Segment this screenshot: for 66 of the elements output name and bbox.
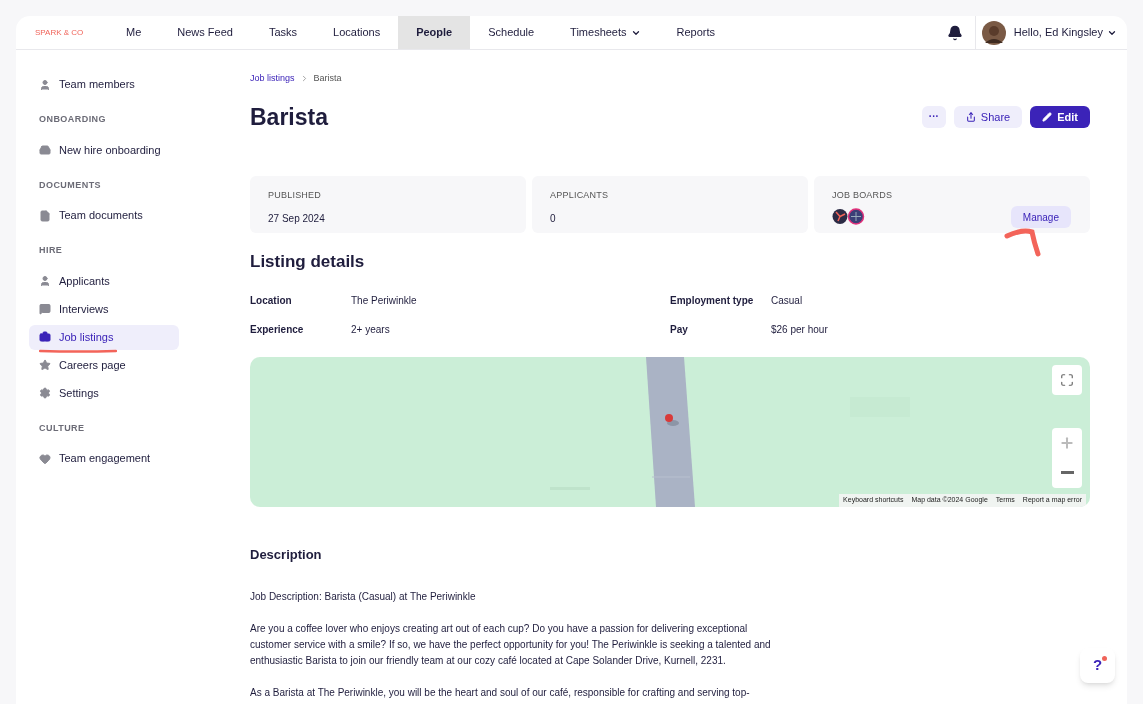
field-value: $26 per hour xyxy=(771,322,828,337)
page-title: Barista xyxy=(250,102,330,132)
breadcrumb-current: Barista xyxy=(313,72,342,85)
fullscreen-button[interactable] xyxy=(1052,364,1082,395)
stat-label: APPLICANTS xyxy=(550,189,610,202)
sidebar-item[interactable]: Settings xyxy=(29,380,179,406)
avatar[interactable] xyxy=(981,20,1006,45)
user-menu[interactable]: Hello, Ed Kingsley xyxy=(1013,24,1117,41)
field-value: The Periwinkle xyxy=(351,293,417,308)
sidebar-item[interactable]: Applicants xyxy=(29,268,179,294)
nav-tab[interactable]: Tasks xyxy=(250,16,316,49)
description-paragraph: As a Barista at The Periwinkle, you will be the heart and soul of our café, responsible for crafting and serving top- xyxy=(250,686,751,700)
heart-icon xyxy=(39,452,51,465)
field-label: Experience xyxy=(250,322,305,337)
description-paragraph: Are you a coffee lover who enjoys creating art out of each cup? Do you have a passion for delivering exceptional customer service with a smile? If so, we have the perfect opportunity for you! The Periwinkle is seeking a talented and enthusiastic Barista to join our friendly team at our cozy café located at Cape Solander Drive, Kurnell, 2231. xyxy=(250,622,772,668)
section-heading: DOCUMENTS xyxy=(38,178,103,192)
stat-value: 27 Sep 2024 xyxy=(268,211,326,226)
nav-tab[interactable]: Reports xyxy=(658,16,734,49)
section-heading: ONBOARDING xyxy=(38,113,107,126)
sidebar-item[interactable]: New hire onboarding xyxy=(29,137,179,163)
settings-icon xyxy=(39,387,51,399)
nav-tab[interactable]: Me xyxy=(108,16,160,49)
help-button[interactable]: ? xyxy=(1080,648,1115,683)
sidebar-item[interactable]: Job listings xyxy=(29,324,179,350)
share-button[interactable]: Share xyxy=(953,105,1023,128)
nav-tab[interactable]: Timesheets xyxy=(552,16,659,49)
manage-button[interactable]: Manage xyxy=(1010,206,1071,228)
star-icon xyxy=(39,359,51,371)
more-button[interactable]: ··· xyxy=(921,105,946,128)
field-label: Pay xyxy=(670,322,689,337)
share-icon xyxy=(965,111,976,122)
sidebar-item[interactable]: Careers page xyxy=(29,352,179,378)
person-icon xyxy=(39,275,51,287)
sidebar-item[interactable]: Team engagement xyxy=(29,446,179,471)
nav-tab[interactable]: Locations xyxy=(315,16,399,49)
chat-icon xyxy=(39,303,51,315)
fullscreen-icon xyxy=(1060,372,1074,387)
nav-tab[interactable]: People xyxy=(398,16,471,49)
section-heading: CULTURE xyxy=(38,421,86,435)
notification-bell-icon[interactable] xyxy=(946,24,963,41)
breadcrumb-link[interactable]: Job listings xyxy=(250,72,295,86)
briefcase-icon xyxy=(39,331,51,343)
nav-tab[interactable]: News Feed xyxy=(159,16,251,49)
section-title: Listing details xyxy=(250,251,366,273)
section-heading: HIRE xyxy=(38,244,64,257)
nav-tab[interactable]: Schedule xyxy=(470,16,553,49)
stat-label: JOB BOARDS xyxy=(832,189,894,202)
section-title: Description xyxy=(250,545,323,564)
annotation-mark xyxy=(1004,228,1042,258)
stat-value: 0 xyxy=(550,211,557,226)
field-value: Casual xyxy=(771,293,803,308)
field-value: 2+ years xyxy=(351,322,390,337)
person-icon xyxy=(39,78,51,91)
plus-icon xyxy=(1059,434,1075,451)
sidebar-item[interactable]: Team members xyxy=(29,72,179,97)
description-paragraph: Job Description: Barista (Casual) at The Periwinkle xyxy=(250,590,477,604)
minus-icon xyxy=(1060,471,1074,474)
field-label: Employment type xyxy=(670,293,755,308)
field-label: Location xyxy=(250,293,293,308)
edit-button[interactable]: Edit xyxy=(1030,105,1090,128)
inbox-icon xyxy=(39,144,51,156)
stat-label: PUBLISHED xyxy=(268,189,323,202)
sidebar-item[interactable]: Interviews xyxy=(29,296,179,322)
pencil-icon xyxy=(1042,111,1053,122)
document-icon xyxy=(39,209,51,222)
sidebar-item[interactable]: Team documents xyxy=(29,203,179,228)
